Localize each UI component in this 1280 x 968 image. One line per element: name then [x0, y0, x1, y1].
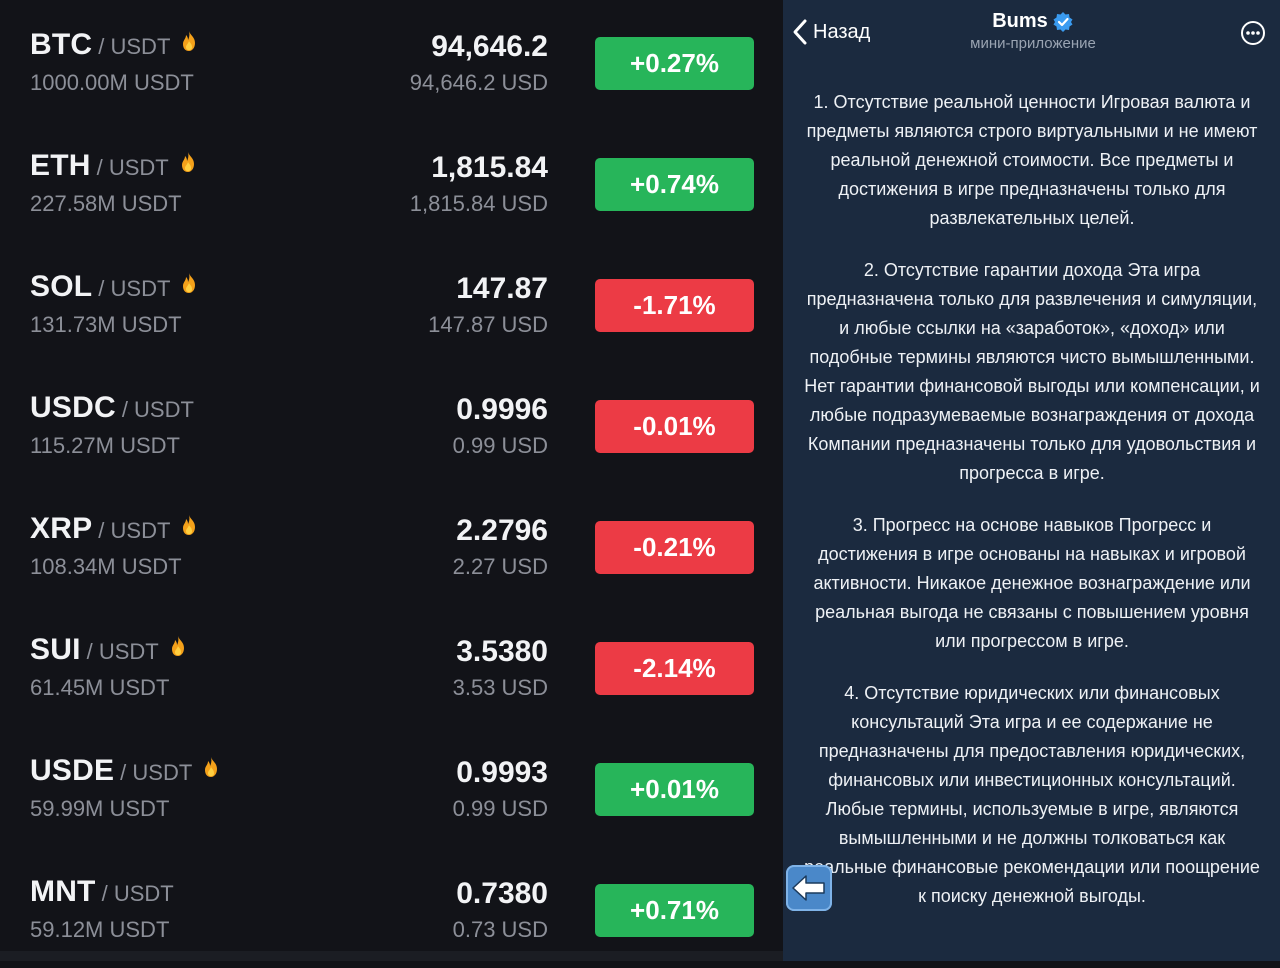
- last-price: 0.9996: [456, 393, 548, 426]
- market-row[interactable]: ETH / USDT 227.58M USDT 1,815.84 1,815.84 US…: [0, 121, 783, 242]
- market-row[interactable]: SOL / USDT 131.73M USDT 147.87 147.87 USD -1.…: [0, 242, 783, 363]
- pair-label: BTC / USDT: [30, 28, 202, 62]
- last-price: 0.7380: [456, 877, 548, 910]
- panel-title-block: Bums мини-приложение: [933, 10, 1133, 52]
- change-badge[interactable]: +0.71%: [595, 884, 754, 937]
- quote-symbol: / USDT: [121, 397, 194, 422]
- quote-symbol: / USDT: [98, 276, 171, 301]
- fire-icon: [179, 151, 201, 173]
- change-badge[interactable]: +0.74%: [595, 158, 754, 211]
- price-usd: 0.99 USD: [452, 433, 548, 458]
- base-symbol: SUI: [30, 633, 81, 666]
- market-row[interactable]: BTC / USDT 1000.00M USDT 94,646.2 94,646.2 U…: [0, 0, 783, 121]
- market-row[interactable]: MNT / USDT 59.12M USDT 0.7380 0.73 USD +0.71%: [0, 847, 783, 968]
- more-options-icon[interactable]: [1240, 20, 1266, 46]
- pair-label: SOL / USDT: [30, 270, 202, 304]
- market-list: BTC / USDT 1000.00M USDT 94,646.2 94,646.2 U…: [0, 0, 783, 961]
- mini-app-panel: Назад Bums мини-приложение 1. Отсутствие…: [783, 0, 1280, 961]
- last-price: 94,646.2: [431, 30, 548, 63]
- quote-symbol: / USDT: [98, 34, 171, 59]
- disclaimer-paragraph: 1. Отсутствие реальной ценности Игровая …: [806, 92, 1258, 228]
- market-row[interactable]: USDC / USDT 115.27M USDT 0.9996 0.99 USD -0.0…: [0, 363, 783, 484]
- change-badge[interactable]: -1.71%: [595, 279, 754, 332]
- change-badge[interactable]: -2.14%: [595, 642, 754, 695]
- quote-symbol: / USDT: [96, 155, 169, 180]
- volume: 59.12M USDT: [30, 917, 170, 942]
- pair-label: USDC / USDT: [30, 391, 194, 425]
- market-row[interactable]: SUI / USDT 61.45M USDT 3.5380 3.53 USD -2.14%: [0, 605, 783, 726]
- market-rows: BTC / USDT 1000.00M USDT 94,646.2 94,646.2 U…: [0, 0, 783, 968]
- last-price: 147.87: [456, 272, 548, 305]
- base-symbol: BTC: [30, 28, 93, 61]
- back-label: Назад: [813, 20, 871, 43]
- volume: 108.34M USDT: [30, 554, 182, 579]
- price-usd: 1,815.84 USD: [409, 191, 548, 216]
- fire-icon: [180, 30, 202, 52]
- price-usd: 94,646.2 USD: [409, 70, 548, 95]
- quote-symbol: / USDT: [120, 760, 193, 785]
- price-usd: 0.99 USD: [452, 796, 548, 821]
- pair-label: ETH / USDT: [30, 149, 201, 183]
- bottom-strip: [0, 951, 783, 961]
- fire-icon: [202, 756, 224, 778]
- base-symbol: ETH: [30, 149, 91, 182]
- volume: 131.73M USDT: [30, 312, 182, 337]
- price-usd: 2.27 USD: [452, 554, 548, 579]
- screen: BTC / USDT 1000.00M USDT 94,646.2 94,646.2 U…: [0, 0, 1280, 961]
- pair-label: USDE / USDT: [30, 754, 224, 788]
- price-usd: 147.87 USD: [428, 312, 548, 337]
- app-name: Bums: [992, 10, 1048, 32]
- fire-icon: [180, 272, 202, 294]
- volume: 227.58M USDT: [30, 191, 182, 216]
- back-button[interactable]: Назад: [791, 18, 870, 46]
- market-row[interactable]: XRP / USDT 108.34M USDT 2.2796 2.27 USD -0.21…: [0, 484, 783, 605]
- quote-symbol: / USDT: [86, 639, 159, 664]
- panel-header: Назад Bums мини-приложение: [783, 0, 1280, 70]
- pair-label: SUI / USDT: [30, 633, 191, 667]
- pair-label: MNT / USDT: [30, 875, 174, 909]
- verified-badge-icon: [1053, 11, 1073, 32]
- disclaimer-text: 1. Отсутствие реальной ценности Игровая …: [803, 88, 1261, 934]
- volume: 59.99M USDT: [30, 796, 170, 821]
- panel-subtitle: мини-приложение: [970, 35, 1096, 52]
- base-symbol: XRP: [30, 512, 93, 545]
- base-symbol: USDE: [30, 754, 115, 787]
- base-symbol: MNT: [30, 875, 96, 908]
- market-row[interactable]: USDE / USDT 59.99M USDT 0.9993 0.99 USD +0.01…: [0, 726, 783, 847]
- change-badge[interactable]: +0.01%: [595, 763, 754, 816]
- change-badge[interactable]: -0.21%: [595, 521, 754, 574]
- disclaimer-paragraph: 2. Отсутствие гарантии дохода Эта игра п…: [804, 260, 1260, 483]
- last-price: 2.2796: [456, 514, 548, 547]
- disclaimer-paragraph: 3. Прогресс на основе навыков Прогресс и…: [813, 515, 1251, 651]
- chevron-left-icon: [793, 19, 807, 45]
- volume: 1000.00M USDT: [30, 70, 194, 95]
- change-badge[interactable]: -0.01%: [595, 400, 754, 453]
- disclaimer-paragraph: 4. Отсутствие юридических или финансовых…: [804, 683, 1260, 906]
- volume: 115.27M USDT: [30, 433, 180, 458]
- volume: 61.45M USDT: [30, 675, 170, 700]
- floating-back-button[interactable]: [786, 865, 832, 911]
- base-symbol: SOL: [30, 270, 93, 303]
- quote-symbol: / USDT: [98, 518, 171, 543]
- panel-title: Bums: [992, 10, 1074, 33]
- fire-icon: [169, 635, 191, 657]
- pair-label: XRP / USDT: [30, 512, 202, 546]
- price-usd: 3.53 USD: [452, 675, 548, 700]
- fire-icon: [180, 514, 202, 536]
- last-price: 1,815.84: [431, 151, 548, 184]
- price-usd: 0.73 USD: [452, 917, 548, 942]
- last-price: 3.5380: [456, 635, 548, 668]
- quote-symbol: / USDT: [101, 881, 174, 906]
- last-price: 0.9993: [456, 756, 548, 789]
- base-symbol: USDC: [30, 391, 116, 424]
- arrow-left-icon: [792, 875, 825, 901]
- change-badge[interactable]: +0.27%: [595, 37, 754, 90]
